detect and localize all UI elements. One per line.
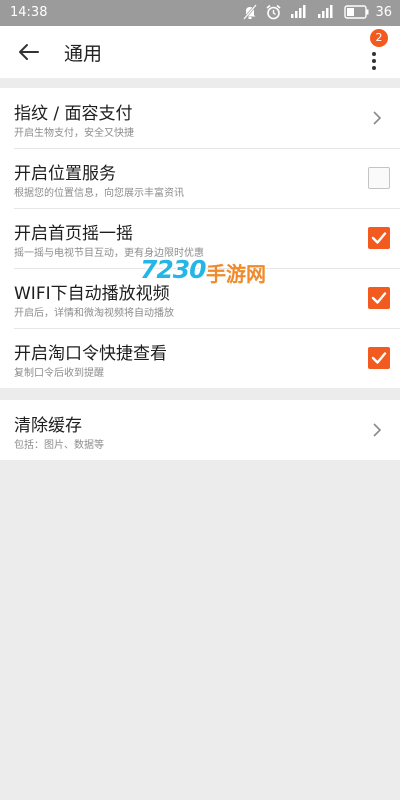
setting-subtitle: 开启后，详情和微淘视频将自动播放 xyxy=(14,308,174,319)
check-icon xyxy=(371,232,387,244)
setting-row-location[interactable]: 开启位置服务 根据您的位置信息，向您展示丰富资讯 xyxy=(0,148,400,208)
setting-subtitle: 根据您的位置信息，向您展示丰富资讯 xyxy=(14,188,184,199)
battery-icon xyxy=(344,5,369,19)
wifi-autoplay-checkbox[interactable] xyxy=(368,287,390,309)
notification-badge: 2 xyxy=(370,29,388,47)
shake-checkbox[interactable] xyxy=(368,227,390,249)
chevron-right-icon xyxy=(373,423,382,437)
taokouling-checkbox[interactable] xyxy=(368,347,390,369)
setting-subtitle: 复制口令后收到提醒 xyxy=(14,368,104,379)
setting-title: 开启位置服务 xyxy=(14,164,116,184)
setting-title: 开启淘口令快捷查看 xyxy=(14,344,167,364)
status-icons: 36 xyxy=(243,4,392,20)
signal-icon xyxy=(318,5,333,18)
watermark-logo: 7230 手游网 xyxy=(140,255,270,287)
check-icon xyxy=(371,352,387,364)
setting-row-taokouling[interactable]: 开启淘口令快捷查看 复制口令后收到提醒 xyxy=(0,328,400,388)
setting-title: 清除缓存 xyxy=(14,416,82,436)
setting-row-clear-cache[interactable]: 清除缓存 包括：图片、数据等 xyxy=(0,400,400,460)
setting-title: 指纹 / 面容支付 xyxy=(14,104,133,124)
status-bar: 14:38 36 xyxy=(0,0,400,26)
settings-section-general: 指纹 / 面容支付 开启生物支付，安全又快捷 开启位置服务 根据您的位置信息，向… xyxy=(0,88,400,388)
check-icon xyxy=(371,292,387,304)
battery-level: 36 xyxy=(375,4,392,20)
status-time: 14:38 xyxy=(10,5,48,20)
settings-section-cache: 清除缓存 包括：图片、数据等 xyxy=(0,400,400,460)
notifications-off-icon xyxy=(243,4,258,20)
watermark-text: 手游网 xyxy=(206,262,266,286)
setting-subtitle: 包括：图片、数据等 xyxy=(14,440,104,451)
setting-row-biometric-pay[interactable]: 指纹 / 面容支付 开启生物支付，安全又快捷 xyxy=(0,88,400,148)
chevron-right-icon xyxy=(373,111,382,125)
alarm-icon xyxy=(266,4,281,20)
setting-title: 开启首页摇一摇 xyxy=(14,224,133,244)
watermark-number: 7230 xyxy=(140,255,207,284)
page-title: 通用 xyxy=(64,43,103,65)
setting-subtitle: 开启生物支付，安全又快捷 xyxy=(14,128,134,139)
back-button[interactable] xyxy=(16,39,44,65)
signal-4g-icon xyxy=(291,5,306,18)
location-checkbox[interactable] xyxy=(368,167,390,189)
arrow-left-icon xyxy=(19,44,39,60)
app-bar: 通用 xyxy=(0,26,400,78)
more-vertical-icon xyxy=(372,52,376,73)
